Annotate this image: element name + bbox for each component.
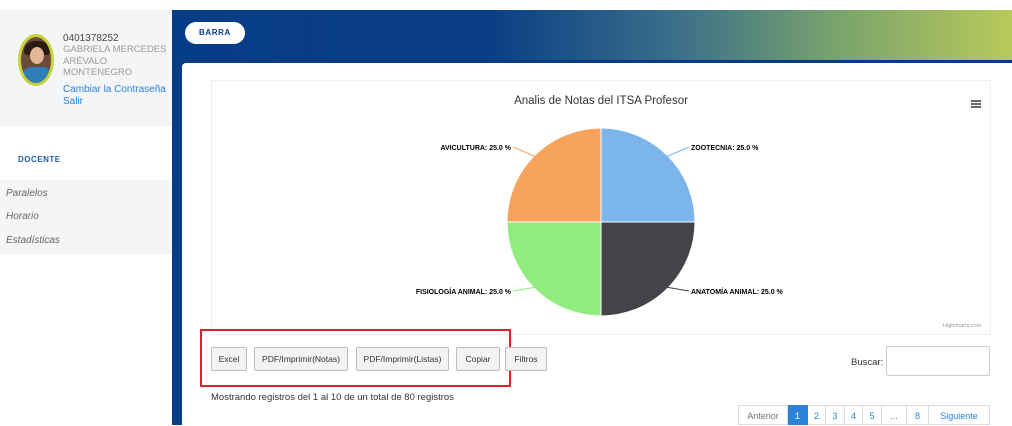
pagination-page-3[interactable]: 3 <box>826 405 845 425</box>
user-name: GABRIELA MERCEDES ARÉVALO MONTENEGRO <box>63 44 169 79</box>
sidebar: 0401378252 GABRIELA MERCEDES ARÉVALO MON… <box>0 0 172 425</box>
chart-credit[interactable]: Highcharts.com <box>943 323 981 329</box>
pdf-notas-button[interactable]: PDF/Imprimir(Notas) <box>254 347 348 371</box>
pagination-page-8[interactable]: 8 <box>907 405 929 425</box>
pagination-page-5[interactable]: 5 <box>863 405 882 425</box>
pagination-page-1[interactable]: 1 <box>788 405 808 425</box>
barra-button[interactable]: BARRA <box>185 22 245 44</box>
filtros-button[interactable]: Filtros <box>505 347 547 371</box>
pagination-page-2[interactable]: 2 <box>808 405 826 425</box>
sidebar-item-horario[interactable]: Horario <box>6 211 39 222</box>
pdf-listas-button[interactable]: PDF/Imprimir(Listas) <box>356 347 449 371</box>
user-name-line: GABRIELA MERCEDES <box>63 44 167 55</box>
chart-container <box>211 80 991 335</box>
search-input[interactable] <box>886 346 990 376</box>
pagination-previous[interactable]: Anterior <box>738 405 788 425</box>
pagination-ellipsis: ... <box>882 405 907 425</box>
profile-panel: 0401378252 GABRIELA MERCEDES ARÉVALO MON… <box>0 10 172 126</box>
excel-button[interactable]: Excel <box>211 347 247 371</box>
pagination-next[interactable]: Siguiente <box>929 405 990 425</box>
logout-link[interactable]: Salir <box>63 96 83 107</box>
top-bar <box>172 10 1012 60</box>
user-name-line: ARÉVALO <box>63 55 108 67</box>
avatar <box>18 34 54 86</box>
search-label: Buscar: <box>851 357 884 368</box>
sidebar-section-title: DOCENTE <box>18 155 61 164</box>
user-name-line: MONTENEGRO <box>63 67 133 78</box>
user-id: 0401378252 <box>63 33 119 44</box>
sidebar-item-estadisticas[interactable]: Estadísticas <box>6 235 60 246</box>
chart-menu-icon[interactable] <box>971 100 981 108</box>
change-password-link[interactable]: Cambiar la Contraseña <box>63 84 166 95</box>
pagination-page-4[interactable]: 4 <box>845 405 863 425</box>
sidebar-menu: Paralelos Horario Estadísticas <box>0 180 172 254</box>
copiar-button[interactable]: Copiar <box>456 347 500 371</box>
sidebar-item-paralelos[interactable]: Paralelos <box>6 188 48 199</box>
table-info: Mostrando registros del 1 al 10 de un to… <box>211 392 454 403</box>
